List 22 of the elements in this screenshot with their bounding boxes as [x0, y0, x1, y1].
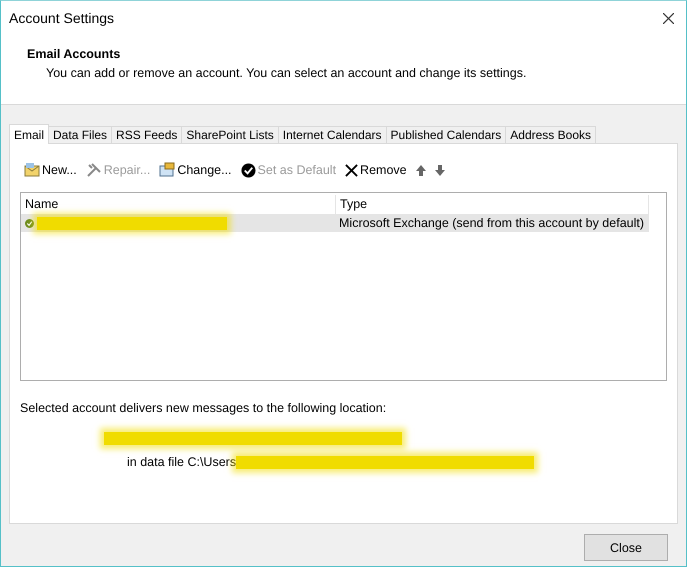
arrow-up-icon	[416, 164, 426, 176]
arrow-down-icon	[434, 164, 445, 176]
section-heading: Email Accounts	[27, 47, 122, 61]
card-icon	[159, 162, 176, 178]
move-up-button[interactable]	[414, 164, 428, 176]
toolbar-button[interactable]: Remove	[343, 163, 409, 177]
section-description: You can add or remove an account. You can select an account and change its settings.	[46, 66, 528, 80]
close-button[interactable]: Close	[584, 534, 668, 561]
tab[interactable]: Address Books	[505, 126, 596, 143]
delivery-text: Selected account delivers new messages to the following location:	[20, 401, 388, 415]
window-title: Account Settings	[9, 10, 114, 26]
table-cell-text: Microsoft Exchange (send from this account by default)	[338, 216, 644, 230]
tools-icon	[86, 162, 102, 178]
tab[interactable]: Email	[9, 124, 50, 144]
account-row[interactable]: Microsoft Exchange (send from this account by default)	[21, 214, 649, 232]
move-down-button[interactable]	[432, 164, 447, 176]
toolbar-button[interactable]: Change...	[157, 162, 234, 178]
close-icon	[345, 164, 358, 176]
envelope-icon	[24, 162, 40, 178]
check-circle-icon	[240, 162, 256, 178]
data-file-path: in data file C:\Users	[127, 455, 236, 469]
toolbar-button[interactable]: New...	[22, 162, 79, 178]
